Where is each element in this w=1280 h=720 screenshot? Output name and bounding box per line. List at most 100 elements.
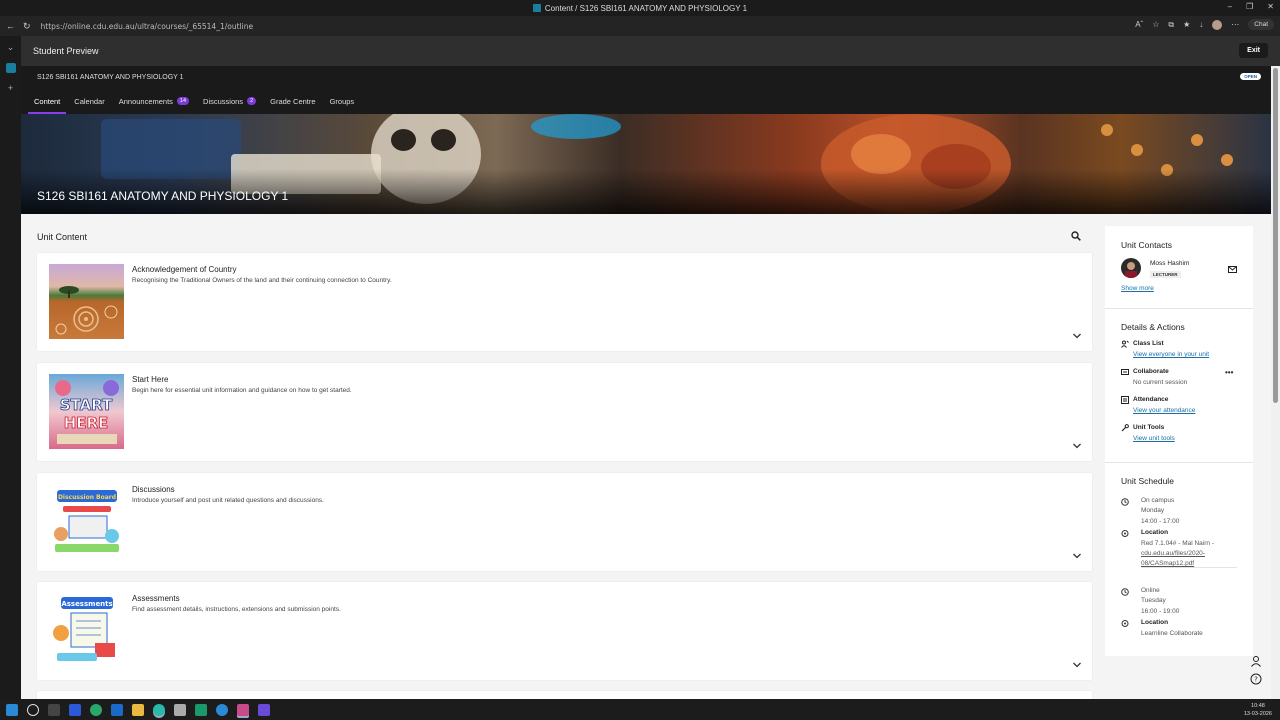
tab-calendar[interactable]: Calendar [74,88,104,114]
show-more-link[interactable]: Show more [1121,285,1154,292]
refresh-icon[interactable]: ↻ [23,21,31,32]
tab-content[interactable]: Content [27,88,67,114]
site-favicon-icon [532,4,541,12]
profile-icon[interactable] [1250,655,1262,667]
attendance-icon [1121,396,1129,404]
collaborate-icon [1121,369,1129,375]
student-preview-bar: Student Preview Exit [21,36,1280,66]
chat-button[interactable]: Chat [1248,19,1274,30]
task-view-icon[interactable] [48,703,60,716]
app-icon[interactable] [237,703,249,716]
back-icon[interactable]: ← [6,21,15,32]
clock-time: 10:48 [1251,703,1265,709]
app-icon[interactable] [69,703,81,716]
exit-button[interactable]: Exit [1239,43,1268,58]
schedule-day: Tuesday [1141,597,1166,604]
help-icon[interactable]: ? [1250,673,1262,685]
unit-content-heading: Unit Content [37,232,88,242]
more-options-icon[interactable]: ••• [1225,368,1233,377]
downloads-icon[interactable]: ↓ [1199,20,1203,29]
unit-tools-label: Unit Tools [1133,424,1165,431]
location-label: Location [1141,619,1169,626]
svg-text:Assessments: Assessments [61,600,112,608]
contact-name: Moss Hashim [1150,260,1190,267]
url-field[interactable]: https://online.cdu.edu.au/ultra/courses/… [41,22,254,31]
content-item-assessments[interactable]: Assessments Assessments Find assessment … [37,582,1092,680]
course-header: S126 SBI161 ANATOMY AND PHYSIOLOGY 1 OPE… [21,66,1271,88]
course-name: S126 SBI161 ANATOMY AND PHYSIOLOGY 1 [37,73,184,81]
app-icon[interactable] [174,703,186,716]
app-icon[interactable] [258,703,270,716]
page-scrollbar[interactable] [1271,66,1280,699]
restore-icon[interactable]: ❐ [1246,2,1253,11]
no-current-session: No current session [1133,379,1188,386]
student-preview-label: Student Preview [33,46,99,56]
chevron-down-icon[interactable]: ⌄ [7,42,15,53]
tab-grade-centre[interactable]: Grade Centre [270,88,315,114]
start-icon[interactable] [6,703,18,716]
extensions-icon[interactable]: ⧉ [1168,20,1174,30]
new-tab-icon[interactable]: + [8,83,13,93]
tab-groups[interactable]: Groups [330,88,355,114]
attendance-label: Attendance [1133,396,1169,403]
file-explorer-icon[interactable] [132,703,144,716]
active-tab-icon[interactable] [5,63,16,73]
chevron-down-icon[interactable] [1072,441,1082,451]
favorites-icon[interactable]: ★ [1183,20,1190,29]
location-map-link-cont[interactable]: 08/CASmap12.pdf [1141,560,1194,567]
location-text: Learnline Collaborate [1141,630,1203,637]
location-map-link[interactable]: cdu.edu.au/files/2020- [1141,550,1205,557]
details-actions-heading: Details & Actions [1121,322,1185,332]
svg-text:START: START [60,396,113,414]
chevron-down-icon[interactable] [1072,660,1082,670]
location-pin-icon [1121,620,1129,627]
schedule-mode: On campus [1141,497,1175,504]
favorite-star-icon[interactable]: ☆ [1152,20,1159,29]
content-item-acknowledgement[interactable]: Acknowledgement of Country Recognising t… [37,253,1092,351]
read-aloud-icon[interactable]: Aˆ [1135,20,1143,29]
details-actions-section: Details & Actions Class List View everyo… [1121,322,1241,452]
view-attendance-link[interactable]: View your attendance [1133,407,1195,414]
discussions-thumbnail: Discussion Board [49,484,124,559]
discussions-count-badge: 2 [247,97,257,105]
svg-text:HERE: HERE [64,414,109,432]
browser-menu-icon[interactable]: ⋯ [1231,20,1239,29]
chevron-down-icon[interactable] [1072,331,1082,341]
chrome-icon[interactable] [90,703,102,716]
content-item-start-here[interactable]: START HERE Start Here Begin here for ess… [37,363,1092,461]
edge-icon[interactable] [153,703,165,716]
schedule-mode: Online [1141,587,1160,594]
clock-date: 13-03-2026 [1243,711,1272,717]
tab-discussions[interactable]: Discussions 2 [203,88,257,114]
app-icon[interactable] [216,703,228,716]
content-item-discussions[interactable]: Discussion Board Discussions Introduce y… [37,473,1092,571]
tab-announcements[interactable]: Announcements 14 [119,88,190,114]
view-unit-tools-link[interactable]: View unit tools [1133,435,1175,442]
avatar [1121,258,1141,278]
outlook-icon[interactable] [111,703,123,716]
unit-schedule-section: Unit Schedule On campus Monday 14:00 - 1… [1121,476,1241,646]
item-title[interactable]: Acknowledgement of Country [132,265,237,274]
schedule-day: Monday [1141,507,1165,514]
search-icon[interactable] [1071,231,1081,241]
main-content: Unit Content Acknowledgement of Country … [21,214,1271,701]
profile-avatar-icon[interactable] [1212,19,1223,30]
close-window-icon[interactable]: ✕ [1267,2,1274,11]
view-everyone-link[interactable]: View everyone in your unit [1133,351,1209,358]
schedule-time: 14:00 - 17:00 [1141,518,1180,525]
item-title[interactable]: Start Here [132,375,168,384]
minimize-icon[interactable]: – [1228,2,1232,11]
item-title[interactable]: Assessments [132,594,180,603]
svg-text:?: ? [1254,676,1258,684]
course-banner: S126 SBI161 ANATOMY AND PHYSIOLOGY 1 [21,114,1271,214]
svg-text:Discussion Board: Discussion Board [58,494,116,501]
location-text: Red 7.1.04# - Mal Nairn - [1141,540,1214,547]
chevron-down-icon[interactable] [1072,551,1082,561]
search-icon[interactable] [27,703,39,716]
app-icon[interactable] [195,703,207,716]
mail-icon[interactable] [1228,266,1237,273]
item-title[interactable]: Discussions [132,485,175,494]
acknowledgement-thumbnail [49,264,124,339]
system-clock[interactable]: 10:48 13-03-2026 [1244,702,1272,718]
unit-schedule-heading: Unit Schedule [1121,476,1174,486]
